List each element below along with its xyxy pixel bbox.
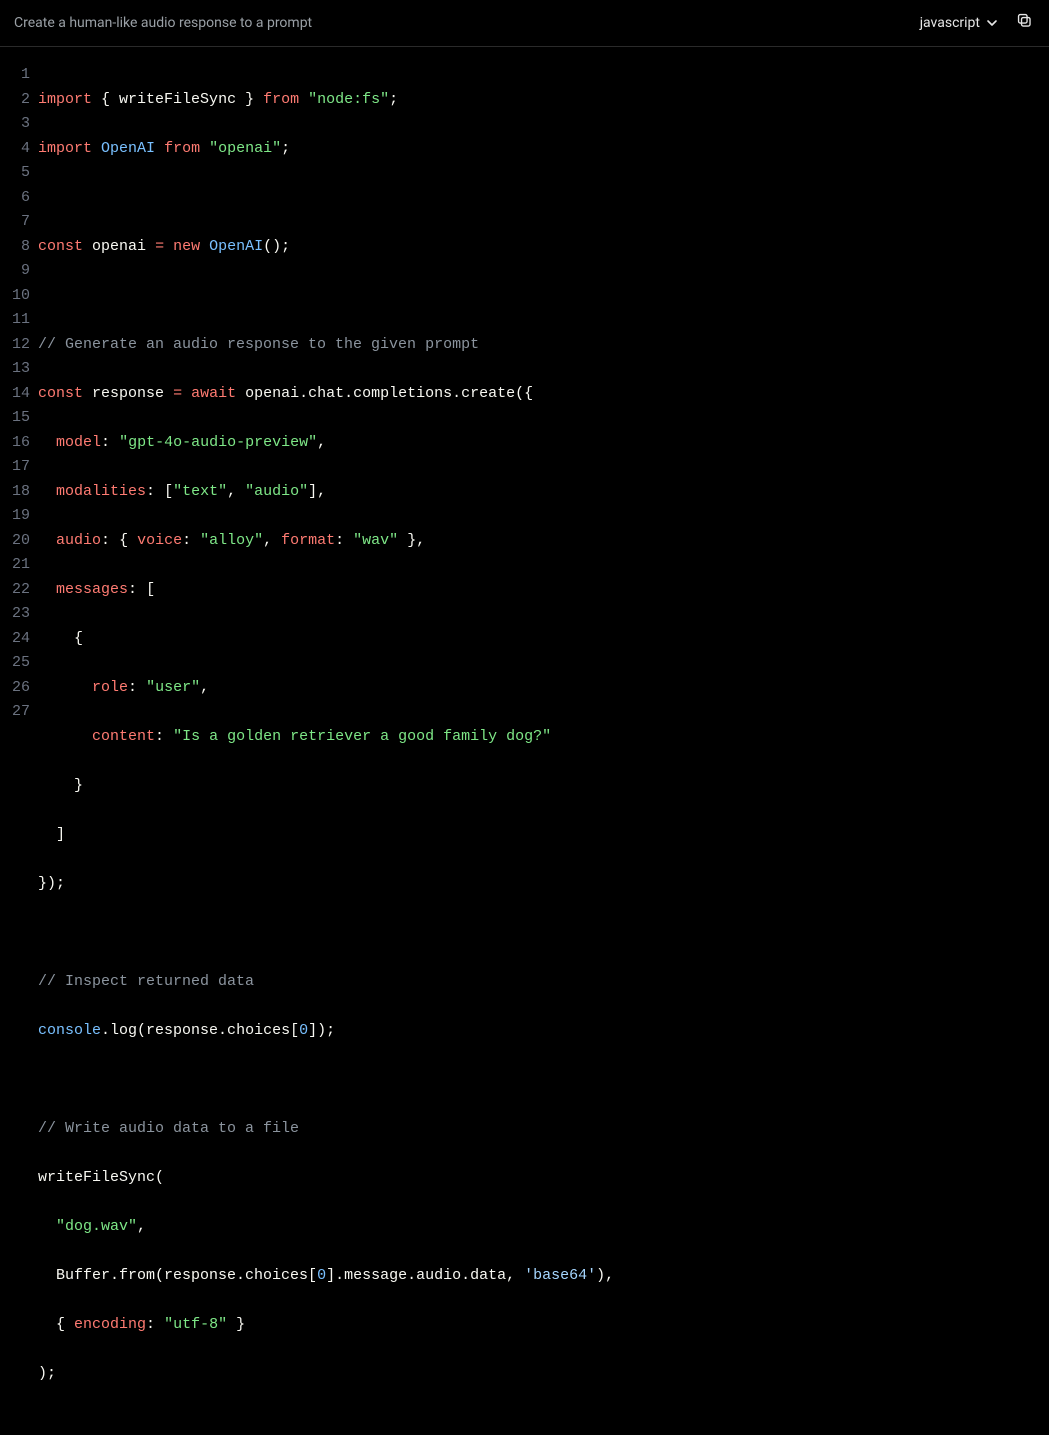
line-number: 14 [0, 382, 30, 407]
header-actions: javascript [920, 12, 1033, 34]
code-content[interactable]: import { writeFileSync } from "node:fs";… [38, 63, 1049, 1435]
line-number: 1 [0, 63, 30, 88]
line-number: 7 [0, 210, 30, 235]
line-number: 15 [0, 406, 30, 431]
line-number: 22 [0, 578, 30, 603]
line-number: 26 [0, 676, 30, 701]
line-number: 4 [0, 137, 30, 162]
line-number: 9 [0, 259, 30, 284]
line-number: 3 [0, 112, 30, 137]
snippet-title: Create a human-like audio response to a … [14, 15, 312, 31]
copy-button[interactable] [1016, 12, 1033, 34]
line-number: 2 [0, 88, 30, 113]
line-number: 20 [0, 529, 30, 554]
snippet-header: Create a human-like audio response to a … [0, 0, 1049, 47]
language-label: javascript [920, 15, 980, 31]
line-number: 16 [0, 431, 30, 456]
chevron-down-icon [986, 17, 998, 29]
line-number: 25 [0, 651, 30, 676]
line-number-gutter: 1234567891011121314151617181920212223242… [0, 63, 38, 1435]
language-selector[interactable]: javascript [920, 15, 998, 31]
line-number: 8 [0, 235, 30, 260]
line-number: 13 [0, 357, 30, 382]
line-number: 11 [0, 308, 30, 333]
line-number: 5 [0, 161, 30, 186]
line-number: 17 [0, 455, 30, 480]
line-number: 18 [0, 480, 30, 505]
line-number: 10 [0, 284, 30, 309]
line-number: 21 [0, 553, 30, 578]
line-number: 19 [0, 504, 30, 529]
copy-icon [1016, 12, 1033, 34]
line-number: 12 [0, 333, 30, 358]
code-area: 1234567891011121314151617181920212223242… [0, 47, 1049, 1435]
line-number: 24 [0, 627, 30, 652]
line-number: 6 [0, 186, 30, 211]
code-snippet-panel: Create a human-like audio response to a … [0, 0, 1049, 749]
line-number: 23 [0, 602, 30, 627]
line-number: 27 [0, 700, 30, 725]
